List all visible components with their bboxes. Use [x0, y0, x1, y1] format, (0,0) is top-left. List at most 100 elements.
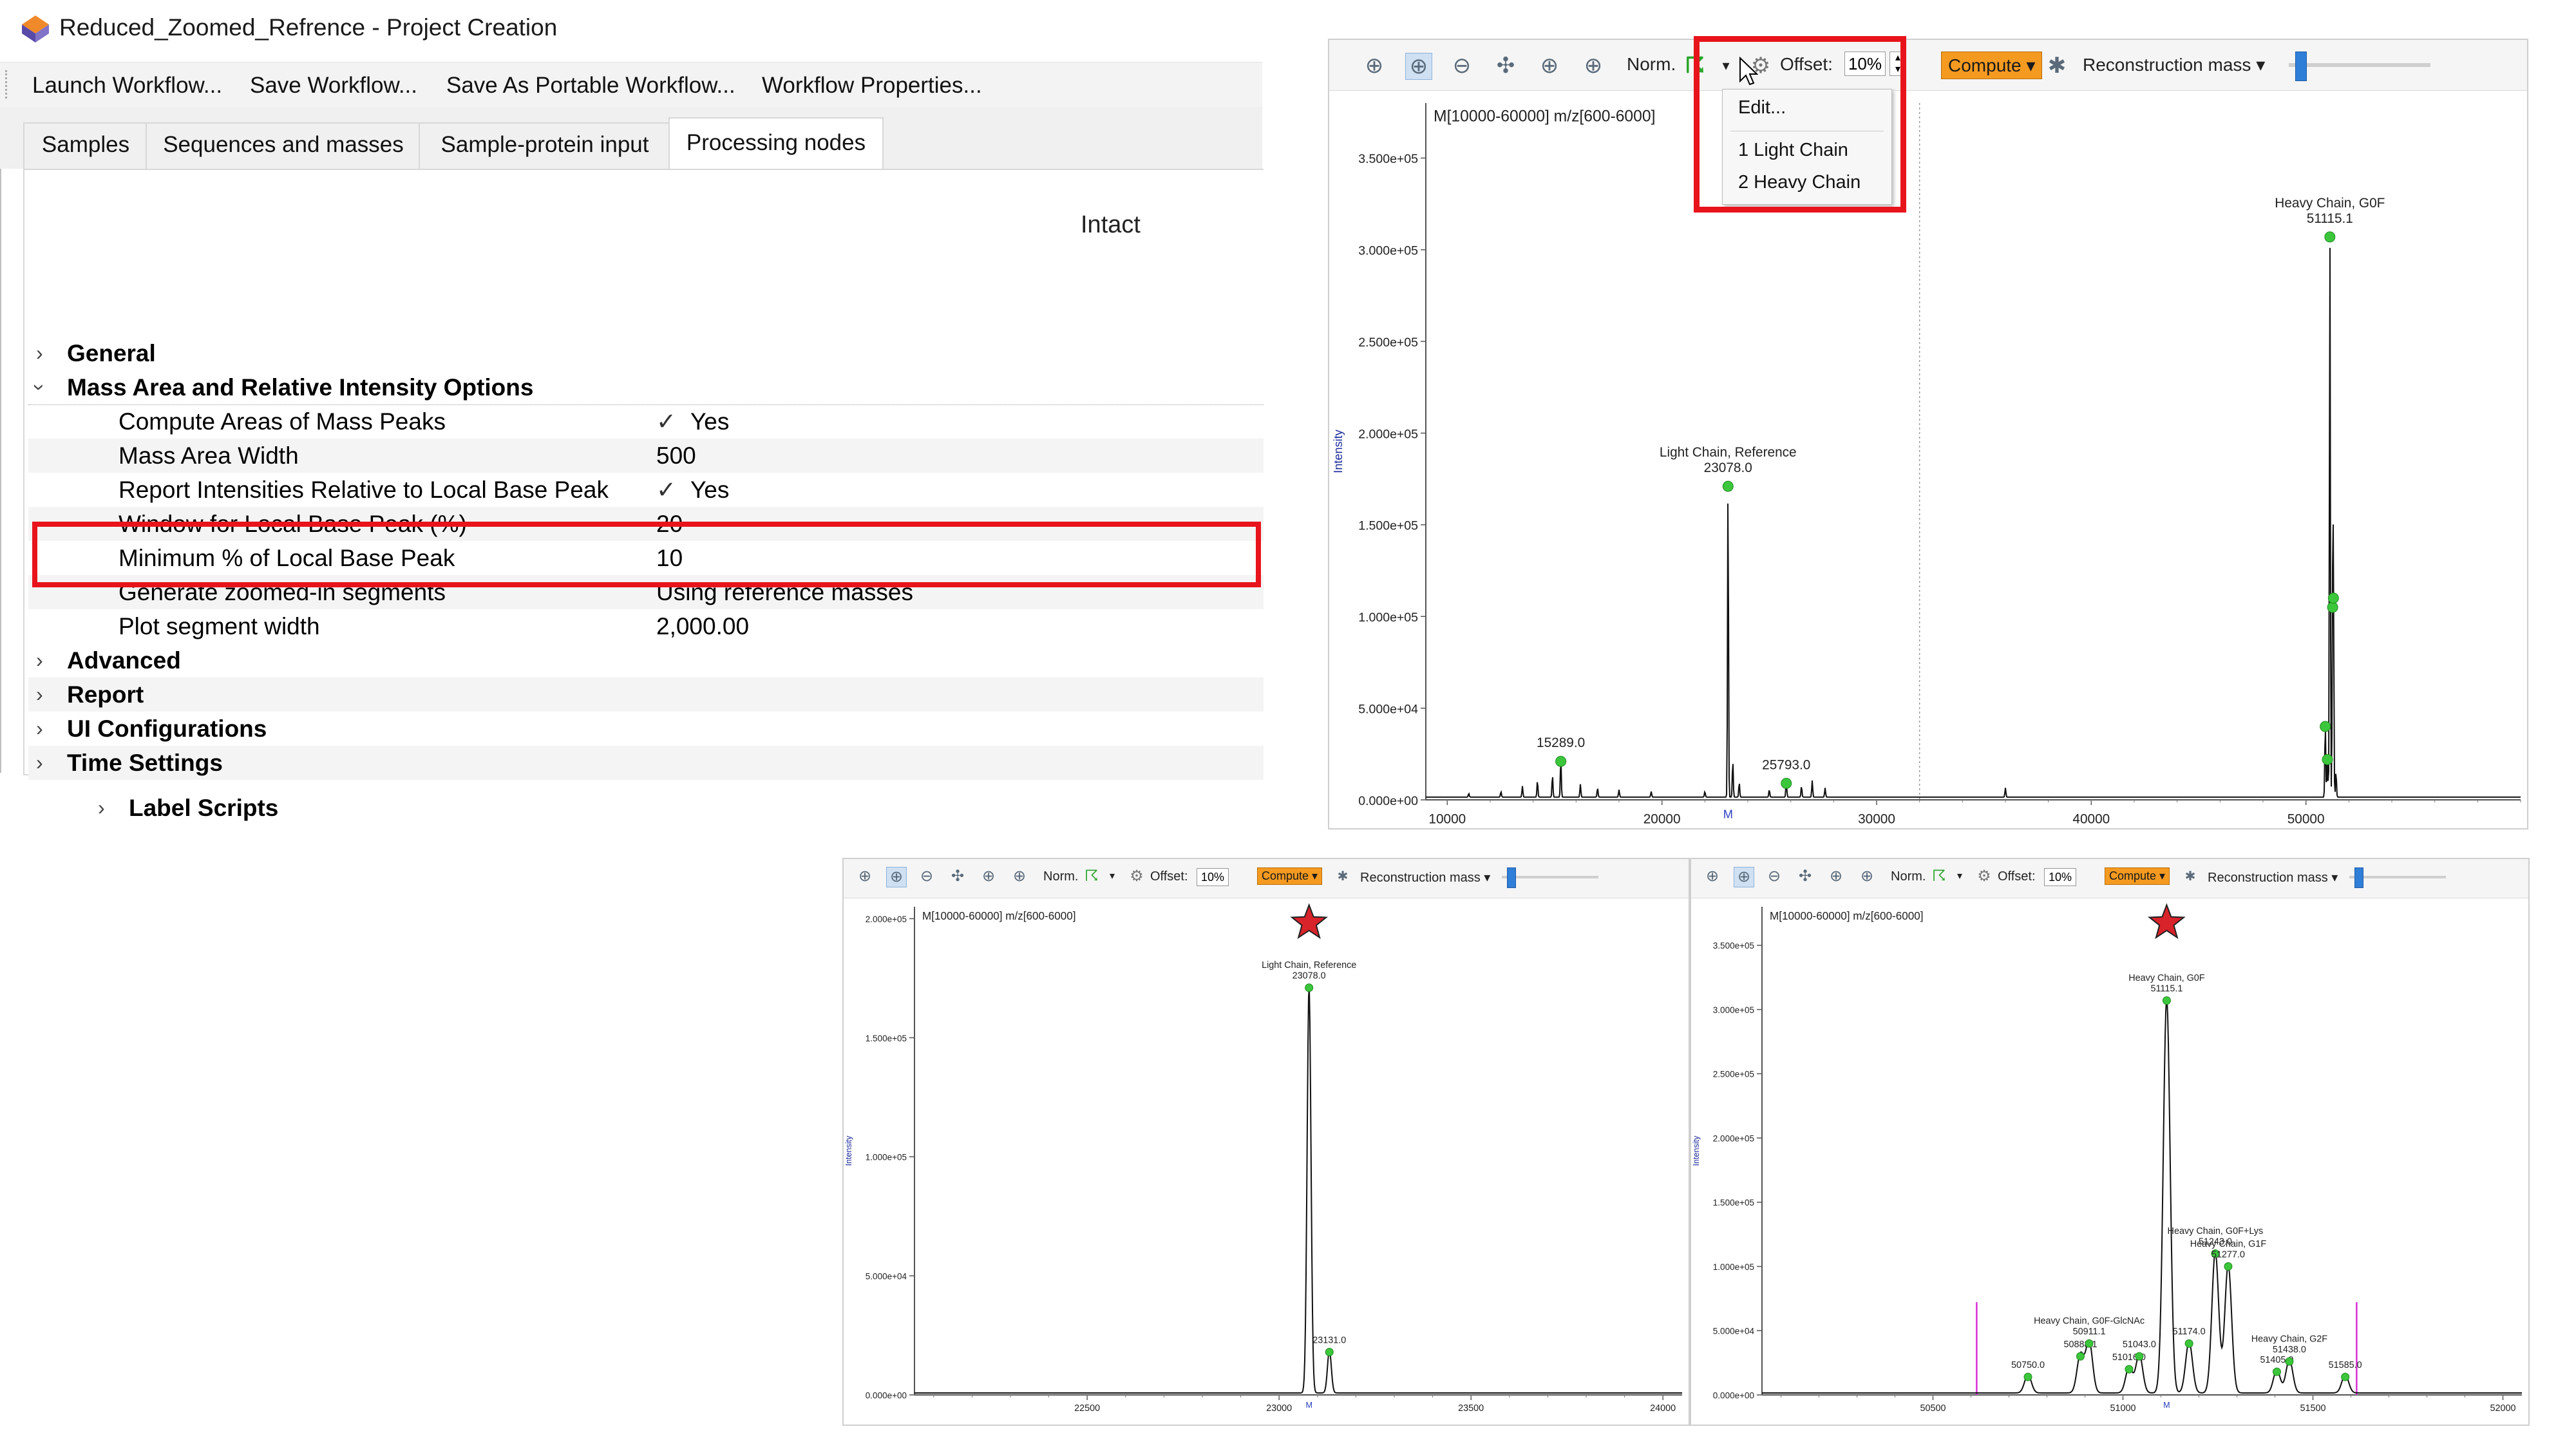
- norm-button[interactable]: Norm.: [1627, 54, 1676, 75]
- tab-sample-protein-input[interactable]: Sample-protein input: [419, 122, 671, 169]
- compute-button[interactable]: Compute ▾: [2105, 867, 2170, 885]
- y-tick-label: 3.000e+05: [1358, 244, 1418, 258]
- option-value[interactable]: ✓ Yes: [656, 404, 729, 439]
- slider-thumb[interactable]: [2354, 867, 2363, 888]
- option-label: Report Intensities Relative to Local Bas…: [118, 477, 609, 503]
- workflow-properties-button[interactable]: Workflow Properties...: [762, 73, 982, 99]
- tab-samples[interactable]: Samples: [23, 122, 148, 169]
- label-options-icon[interactable]: ☈: [1929, 867, 1949, 886]
- pan-icon[interactable]: ✣: [1795, 867, 1815, 886]
- spectrum-plot-heavy-chain[interactable]: M[10000-60000] m/z[600-6000] Intensity 0.0…: [1691, 898, 2528, 1425]
- group-label: UI Configurations: [67, 715, 267, 742]
- chevron-right-icon[interactable]: ›: [36, 746, 43, 780]
- chevron-right-icon[interactable]: ›: [36, 677, 43, 712]
- chevron-right-icon[interactable]: ›: [36, 643, 43, 677]
- peak-marker: [1555, 755, 1567, 767]
- zoom-prev-icon[interactable]: ⊕: [979, 867, 998, 886]
- spectrum-panel-light-chain: ⊕ ⊕ ⊖ ✣ ⊕ ⊕ Norm. ☈ ▾ ⚙ Offset: 10% Comp…: [842, 858, 1690, 1426]
- compute-button[interactable]: Compute ▾: [1941, 52, 2043, 79]
- group-label: Time Settings: [67, 750, 223, 776]
- y-tick-label: 2.500e+05: [1358, 336, 1418, 350]
- group-time-settings[interactable]: › Time Settings: [28, 746, 1264, 780]
- toolbar-grip[interactable]: [5, 70, 10, 99]
- reconstruct-icon[interactable]: ✱: [2044, 53, 2070, 79]
- peak-label: Light Chain, Reference: [1262, 960, 1356, 971]
- offset-input[interactable]: 10%: [1197, 868, 1229, 886]
- slider-track[interactable]: [2289, 63, 2430, 67]
- zoom-next-icon[interactable]: ⊕: [1010, 867, 1029, 886]
- zoom-out-icon[interactable]: ⊖: [1765, 867, 1784, 886]
- zoom-fit-icon[interactable]: ⊕: [855, 867, 875, 886]
- mass-marker: M: [1723, 808, 1733, 821]
- peak-label: 23078.0: [1704, 460, 1752, 475]
- save-portable-workflow-button[interactable]: Save As Portable Workflow...: [446, 73, 735, 99]
- peak-label: 51115.1: [2307, 211, 2353, 226]
- gear-icon[interactable]: ⚙: [1975, 867, 1994, 886]
- peak-marker: [2023, 1372, 2032, 1381]
- zoom-fit-icon[interactable]: ⊕: [1703, 867, 1722, 886]
- zoom-out-icon[interactable]: ⊖: [1449, 53, 1475, 79]
- norm-button[interactable]: Norm.: [1043, 869, 1078, 884]
- tab-sequences-and-masses[interactable]: Sequences and masses: [146, 122, 421, 169]
- reconstruct-icon[interactable]: ✱: [2181, 867, 2200, 886]
- group-label: General: [67, 340, 156, 366]
- chevron-down-icon[interactable]: ▾: [1103, 867, 1122, 886]
- reconstruction-mass-select[interactable]: Reconstruction mass ▾: [1360, 869, 1490, 886]
- slider-track[interactable]: [2349, 876, 2446, 878]
- spectrum-plot-light-chain[interactable]: M[10000-60000] m/z[600-6000] Intensity 0.0…: [844, 898, 1689, 1425]
- spectrum-plot-full[interactable]: M[10000-60000] m/z[600-6000] Intensity 0.0…: [1329, 90, 2527, 828]
- slider-track[interactable]: [1502, 876, 1598, 878]
- option-value[interactable]: ✓ Yes: [656, 473, 729, 507]
- chevron-right-icon[interactable]: ›: [36, 712, 43, 746]
- zoom-next-icon[interactable]: ⊕: [1857, 867, 1877, 886]
- group-ui-configurations[interactable]: › UI Configurations: [28, 712, 1264, 746]
- group-mass-area[interactable]: › Mass Area and Relative Intensity Optio…: [28, 370, 1264, 405]
- slider-thumb[interactable]: [1507, 867, 1516, 888]
- norm-button[interactable]: Norm.: [1891, 869, 1926, 884]
- option-row-plot-segment-width[interactable]: Plot segment width 2,000.00: [28, 609, 1264, 643]
- x-tick-label: 10000: [1428, 811, 1466, 826]
- chevron-right-icon[interactable]: ›: [98, 791, 105, 825]
- save-workflow-button[interactable]: Save Workflow...: [250, 73, 417, 99]
- compute-label: Compute: [1948, 55, 2022, 75]
- launch-workflow-button[interactable]: Launch Workflow...: [32, 73, 222, 99]
- zoom-box-icon[interactable]: ⊕: [1405, 53, 1432, 80]
- option-value[interactable]: 500: [656, 439, 696, 473]
- plot-range-label: M[10000-60000] m/z[600-6000]: [1770, 910, 1924, 922]
- reconstruct-icon[interactable]: ✱: [1333, 867, 1352, 886]
- option-row[interactable]: Report Intensities Relative to Local Bas…: [28, 473, 1264, 507]
- group-advanced[interactable]: › Advanced: [28, 643, 1264, 677]
- option-row[interactable]: Mass Area Width 500: [28, 439, 1264, 473]
- peak-label: Heavy Chain, G1F: [2190, 1239, 2267, 1249]
- compute-button[interactable]: Compute ▾: [1257, 867, 1323, 885]
- spectrum-toolbar: ⊕ ⊕ ⊖ ✣ ⊕ ⊕ Norm. ☈ ▾ ⚙ Offset: 10% Comp…: [844, 859, 1689, 898]
- reconstruction-mass-select[interactable]: Reconstruction mass ▾: [2083, 54, 2265, 75]
- zoom-next-icon[interactable]: ⊕: [1580, 53, 1606, 79]
- zoom-prev-icon[interactable]: ⊕: [1537, 53, 1562, 79]
- offset-input[interactable]: 10%: [2044, 868, 2076, 886]
- chevron-right-icon[interactable]: ›: [36, 336, 43, 370]
- tab-processing-nodes[interactable]: Processing nodes: [668, 117, 884, 170]
- group-label-scripts[interactable]: › Label Scripts: [90, 791, 1325, 825]
- chevron-down-icon[interactable]: ▾: [1950, 867, 1969, 886]
- group-general[interactable]: › General: [28, 336, 1264, 370]
- reconstruction-mass-select[interactable]: Reconstruction mass ▾: [2208, 869, 2338, 886]
- gear-icon[interactable]: ⚙: [1127, 867, 1146, 886]
- pan-icon[interactable]: ✣: [1493, 53, 1519, 79]
- y-tick-label: 0.000e+00: [866, 1390, 907, 1400]
- zoom-prev-icon[interactable]: ⊕: [1826, 867, 1846, 886]
- spectrum-toolbar: ⊕ ⊕ ⊖ ✣ ⊕ ⊕ Norm. ☈ ▾ ⚙ Offset: 10% ▴ ▾ C…: [1329, 40, 2527, 91]
- option-row[interactable]: Compute Areas of Mass Peaks ✓ Yes: [28, 404, 1264, 439]
- group-report[interactable]: › Report: [28, 677, 1264, 712]
- zoom-out-icon[interactable]: ⊖: [917, 867, 936, 886]
- zoom-fit-icon[interactable]: ⊕: [1361, 53, 1387, 79]
- zoom-box-icon[interactable]: ⊕: [1734, 867, 1754, 887]
- option-value[interactable]: 2,000.00: [656, 609, 749, 643]
- peak-marker: [1325, 1347, 1334, 1356]
- chevron-down-icon[interactable]: ›: [23, 384, 57, 391]
- offset-label: Offset:: [1150, 869, 1188, 884]
- zoom-box-icon[interactable]: ⊕: [886, 867, 907, 887]
- slider-thumb[interactable]: [2295, 52, 2307, 81]
- label-options-icon[interactable]: ☈: [1082, 867, 1101, 886]
- pan-icon[interactable]: ✣: [948, 867, 967, 886]
